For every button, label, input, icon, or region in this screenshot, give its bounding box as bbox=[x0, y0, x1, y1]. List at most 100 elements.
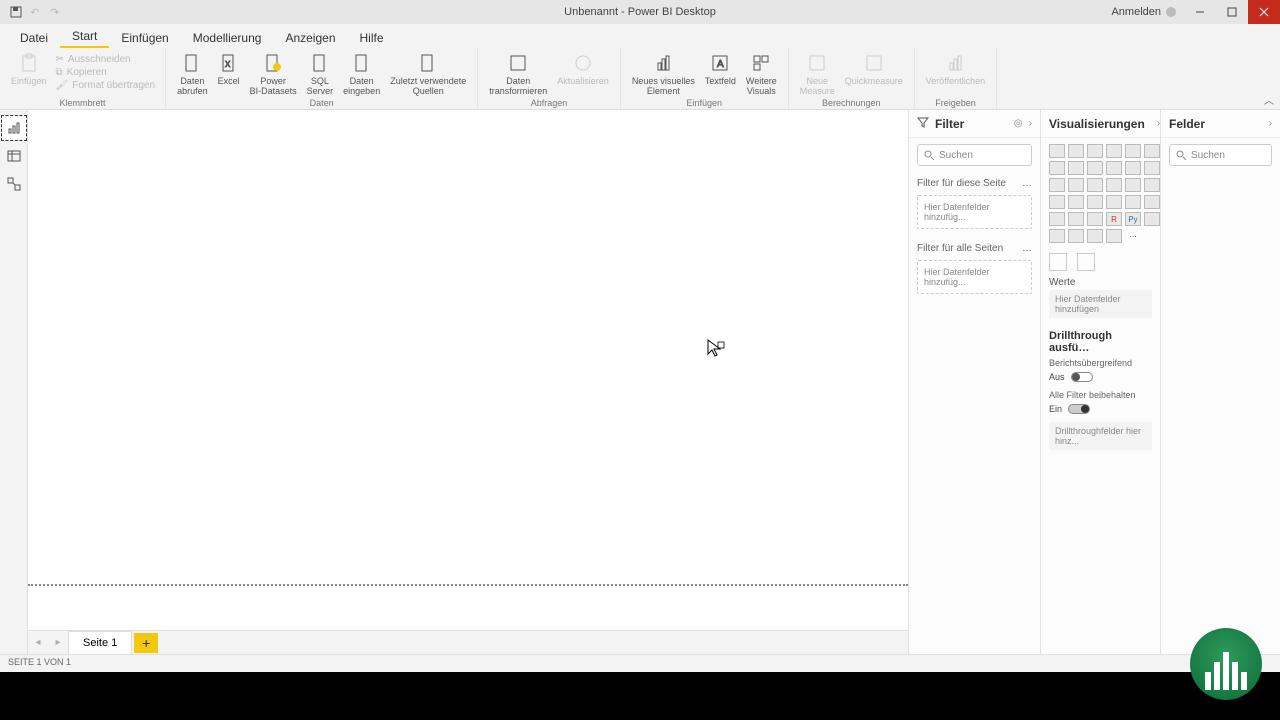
viz-line-column[interactable] bbox=[1106, 161, 1122, 175]
filter-collapse-icon[interactable]: › bbox=[1029, 118, 1032, 129]
fields-search-input[interactable]: Suchen bbox=[1169, 144, 1272, 166]
menu-anzeigen[interactable]: Anzeigen bbox=[273, 27, 347, 48]
viz-100-column[interactable] bbox=[1144, 144, 1160, 158]
fields-tab-icon[interactable] bbox=[1049, 253, 1067, 271]
minimize-button[interactable] bbox=[1184, 0, 1216, 24]
publish-button: Veröffentlichen bbox=[921, 52, 990, 86]
viz-key-influencers[interactable] bbox=[1144, 212, 1160, 226]
viz-line-clustered[interactable] bbox=[1125, 161, 1141, 175]
report-canvas[interactable] bbox=[28, 110, 908, 654]
viz-card[interactable] bbox=[1125, 195, 1141, 209]
close-button[interactable] bbox=[1248, 0, 1280, 24]
filter-all-more-icon[interactable]: … bbox=[1022, 243, 1032, 254]
new-measure-button: Neue Measure bbox=[795, 52, 840, 97]
viz-donut[interactable] bbox=[1125, 178, 1141, 192]
viz-decomp[interactable] bbox=[1049, 229, 1065, 243]
report-view-button[interactable] bbox=[1, 115, 27, 141]
viz-stacked-area[interactable] bbox=[1087, 161, 1103, 175]
excel-button[interactable]: XExcel bbox=[213, 52, 245, 86]
viz-funnel[interactable] bbox=[1068, 178, 1084, 192]
viz-pie[interactable] bbox=[1106, 178, 1122, 192]
menu-datei[interactable]: Datei bbox=[8, 27, 60, 48]
group-data: Daten bbox=[310, 98, 334, 109]
get-data-button[interactable]: Daten abrufen bbox=[172, 52, 213, 97]
filter-search-input[interactable]: Suchen bbox=[917, 144, 1032, 166]
view-rail bbox=[0, 110, 28, 654]
recent-sources-button[interactable]: Zuletzt verwendete Quellen bbox=[385, 52, 471, 97]
viz-paginated[interactable] bbox=[1087, 229, 1103, 243]
viz-gauge[interactable] bbox=[1106, 195, 1122, 209]
viz-100-bar[interactable] bbox=[1125, 144, 1141, 158]
filter-page-more-icon[interactable]: … bbox=[1022, 178, 1032, 189]
fields-title: Felder bbox=[1169, 117, 1205, 131]
page-tab-1[interactable]: Seite 1 bbox=[68, 631, 132, 655]
viz-python[interactable]: Py bbox=[1125, 212, 1141, 226]
format-tab-icon[interactable] bbox=[1077, 253, 1095, 271]
viz-map[interactable] bbox=[1049, 195, 1065, 209]
filter-eye-icon[interactable]: ◎ bbox=[1014, 118, 1023, 129]
add-page-button[interactable]: + bbox=[134, 633, 158, 653]
menu-hilfe[interactable]: Hilfe bbox=[348, 27, 396, 48]
page-prev-button[interactable]: ◂ bbox=[28, 637, 48, 648]
viz-gallery: RPy ⋯ bbox=[1041, 138, 1160, 249]
title-bar: ↶ ↷ Unbenannt - Power BI Desktop Anmelde… bbox=[0, 0, 1280, 24]
pbi-datasets-button[interactable]: Power BI-Datasets bbox=[245, 52, 302, 97]
filter-page-label: Filter für diese Seite bbox=[917, 178, 1006, 189]
textbox-button[interactable]: ATextfeld bbox=[700, 52, 741, 86]
viz-more-button[interactable]: ⋯ bbox=[1125, 229, 1141, 243]
menu-einfuegen[interactable]: Einfügen bbox=[109, 27, 180, 48]
fields-collapse-icon[interactable]: › bbox=[1269, 118, 1272, 129]
menu-start[interactable]: Start bbox=[60, 25, 109, 48]
new-visual-button[interactable]: Neues visuelles Element bbox=[627, 52, 700, 97]
keep-filters-label: Alle Filter beibehalten bbox=[1041, 388, 1160, 402]
refresh-button: Aktualisieren bbox=[552, 52, 614, 86]
save-icon[interactable] bbox=[10, 6, 22, 18]
page-next-button[interactable]: ▸ bbox=[48, 637, 68, 648]
model-view-button[interactable] bbox=[1, 171, 27, 197]
viz-filled-map[interactable] bbox=[1068, 195, 1084, 209]
collapse-ribbon-icon[interactable]: ︿ bbox=[1264, 92, 1274, 107]
viz-arcgis[interactable] bbox=[1106, 229, 1122, 243]
viz-area[interactable] bbox=[1068, 161, 1084, 175]
filter-page-dropwell[interactable]: Hier Datenfelder hinzufüg... bbox=[917, 195, 1032, 229]
paste-button: Einfügen bbox=[6, 52, 52, 86]
svg-text:A: A bbox=[717, 59, 724, 70]
transform-data-button[interactable]: Daten transformieren bbox=[484, 52, 552, 97]
viz-table[interactable] bbox=[1087, 212, 1103, 226]
watermark-logo bbox=[1190, 628, 1262, 700]
viz-shape-map[interactable] bbox=[1087, 195, 1103, 209]
viz-matrix[interactable]: R bbox=[1106, 212, 1122, 226]
viz-qna[interactable] bbox=[1068, 229, 1084, 243]
undo-icon[interactable]: ↶ bbox=[30, 6, 42, 18]
viz-waterfall[interactable] bbox=[1049, 178, 1065, 192]
menu-modellierung[interactable]: Modellierung bbox=[181, 27, 274, 48]
viz-multi-card[interactable] bbox=[1144, 195, 1160, 209]
viz-clustered-bar[interactable] bbox=[1087, 144, 1103, 158]
more-visuals-button[interactable]: Weitere Visuals bbox=[741, 52, 782, 97]
viz-clustered-column[interactable] bbox=[1106, 144, 1122, 158]
group-queries: Abfragen bbox=[531, 98, 568, 109]
keep-filters-toggle[interactable] bbox=[1068, 404, 1090, 414]
canvas-divider bbox=[28, 584, 908, 586]
filter-all-dropwell[interactable]: Hier Datenfelder hinzufüg... bbox=[917, 260, 1032, 294]
page-tabs: ◂ ▸ Seite 1 + bbox=[28, 630, 908, 654]
enter-data-button[interactable]: Daten eingeben bbox=[338, 52, 385, 97]
viz-stacked-bar[interactable] bbox=[1049, 144, 1065, 158]
viz-ribbon[interactable] bbox=[1144, 161, 1160, 175]
filter-all-label: Filter für alle Seiten bbox=[917, 243, 1003, 254]
cross-report-toggle[interactable] bbox=[1071, 372, 1093, 382]
drillthrough-dropwell[interactable]: Drillthroughfelder hier hinz... bbox=[1049, 422, 1152, 450]
values-dropwell[interactable]: Hier Datenfelder hinzufügen bbox=[1049, 290, 1152, 318]
group-insert: Einfügen bbox=[687, 98, 723, 109]
viz-slicer[interactable] bbox=[1068, 212, 1084, 226]
data-view-button[interactable] bbox=[1, 143, 27, 169]
viz-line[interactable] bbox=[1049, 161, 1065, 175]
viz-treemap[interactable] bbox=[1144, 178, 1160, 192]
redo-icon[interactable]: ↷ bbox=[50, 6, 62, 18]
maximize-button[interactable] bbox=[1216, 0, 1248, 24]
viz-scatter[interactable] bbox=[1087, 178, 1103, 192]
sql-server-button[interactable]: SQL Server bbox=[302, 52, 339, 97]
viz-kpi[interactable] bbox=[1049, 212, 1065, 226]
viz-stacked-column[interactable] bbox=[1068, 144, 1084, 158]
signin-button[interactable]: Anmelden bbox=[1103, 6, 1184, 18]
